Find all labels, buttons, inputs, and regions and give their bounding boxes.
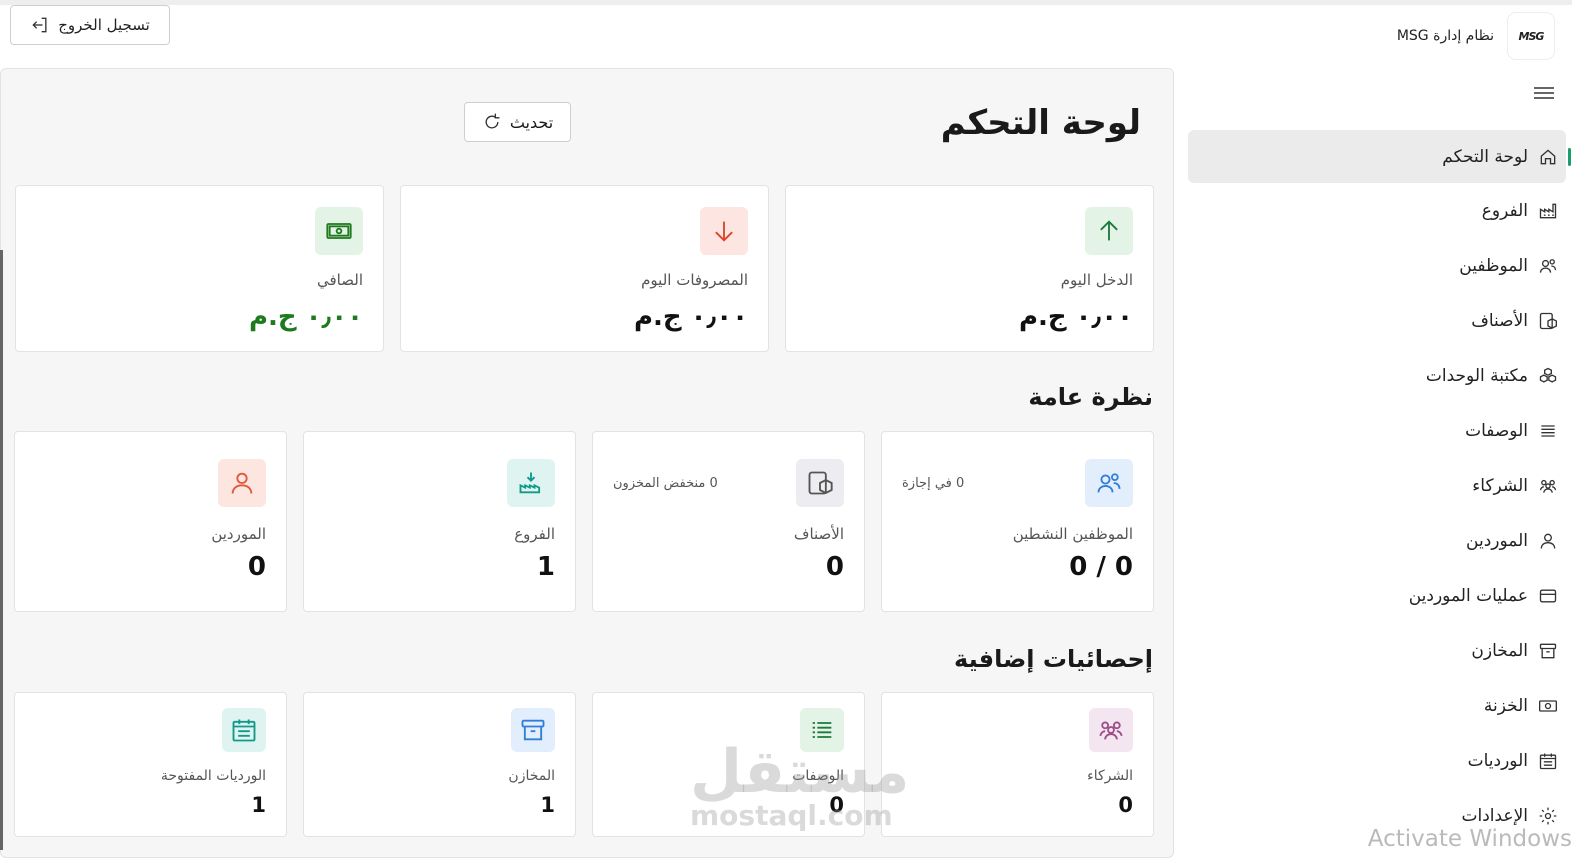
sidebar-item-shifts[interactable]: الورديات (1180, 733, 1572, 788)
suppliers-value: 0 (247, 552, 266, 582)
branches-card: الفروع 1 (303, 431, 576, 612)
sidebar-item-label: الشركاء (1472, 475, 1528, 496)
refresh-button[interactable]: تحديث (464, 102, 571, 142)
sidebar: لوحة التحكم الفروع الموظفين الأصناف مكتب… (1180, 128, 1572, 843)
user-icon (218, 459, 266, 507)
menu-toggle-icon[interactable] (1534, 84, 1554, 102)
sidebar-item-partners[interactable]: الشركاء (1180, 458, 1572, 513)
sidebar-item-items[interactable]: الأصناف (1180, 293, 1572, 348)
sidebar-item-label: الموردين (1466, 530, 1528, 551)
users-icon (1539, 258, 1557, 273)
activate-windows-notice: Activate Windows (1367, 826, 1572, 852)
sidebar-item-label: الموظفين (1459, 255, 1528, 276)
cash-icon (1539, 699, 1557, 712)
arrow-down-icon (700, 207, 748, 255)
sidebar-item-label: الفروع (1481, 200, 1528, 221)
sidebar-item-label: لوحة التحكم (1442, 146, 1528, 167)
brand-name: نظام إدارة MSG (1396, 28, 1494, 44)
sidebar-item-treasury[interactable]: الخزنة (1180, 678, 1572, 733)
items-label: الأصناف (793, 525, 844, 543)
partners-icon (1089, 708, 1133, 752)
partners-icon (1539, 479, 1557, 493)
archive-icon (1539, 643, 1557, 658)
warehouses-card: المخازن 1 (303, 692, 576, 837)
factory-icon (507, 459, 555, 507)
open-shifts-card: الورديات المفتوحة 1 (14, 692, 287, 837)
card-icon (1539, 589, 1557, 602)
home-icon (1540, 148, 1556, 164)
sidebar-item-label: الورديات (1467, 750, 1528, 771)
money-icon (315, 207, 363, 255)
warehouses-value: 1 (540, 793, 555, 817)
partners-card: الشركاء 0 (881, 692, 1154, 837)
top-edge (0, 0, 1572, 5)
warehouses-label: المخازن (508, 768, 555, 784)
sidebar-item-label: عمليات الموردين (1408, 585, 1528, 606)
logout-icon (32, 17, 47, 33)
left-scroll-edge (0, 250, 3, 850)
low-stock-count: 0 منخفض المخزون (613, 476, 718, 491)
active-employees-value: 0 / 0 (1069, 552, 1133, 582)
extra-stats-title: إحصائيات إضافية (954, 645, 1153, 673)
sidebar-item-label: الخزنة (1483, 695, 1528, 716)
expenses-today-card: المصروفات اليوم ٠٫٠٠ ج.م (400, 185, 769, 352)
sidebar-item-dashboard[interactable]: لوحة التحكم (1188, 130, 1571, 183)
main-panel: لوحة التحكم تحديث الدخل اليوم ٠٫٠٠ ج.م ا… (0, 68, 1174, 858)
overview-title: نظرة عامة (1028, 383, 1153, 411)
sidebar-item-label: الإعدادات (1461, 805, 1528, 826)
sidebar-item-branches[interactable]: الفروع (1180, 183, 1572, 238)
refresh-icon (485, 113, 500, 129)
items-card: 0 منخفض المخزون الأصناف 0 (592, 431, 865, 612)
gear-icon (1539, 807, 1557, 824)
partners-label: الشركاء (1087, 768, 1133, 784)
page-title: لوحة التحكم (940, 103, 1141, 143)
expenses-today-value: ٠٫٠٠ ج.م (633, 302, 748, 332)
branches-value: 1 (536, 552, 555, 582)
calendar-icon (1539, 753, 1557, 769)
calendar-icon (222, 708, 266, 752)
refresh-label: تحديث (509, 112, 554, 132)
arrow-up-icon (1085, 207, 1133, 255)
user-icon (1540, 533, 1556, 549)
box-icon (796, 459, 844, 507)
logout-button[interactable]: تسجيل الخروج (10, 5, 170, 45)
sidebar-item-recipes[interactable]: الوصفات (1180, 403, 1572, 458)
sidebar-item-label: المخازن (1471, 640, 1528, 661)
partners-value: 0 (1118, 793, 1133, 817)
users-icon (1085, 459, 1133, 507)
sidebar-item-supplier-operations[interactable]: عمليات الموردين (1180, 568, 1572, 623)
items-value: 0 (825, 552, 844, 582)
sidebar-item-warehouses[interactable]: المخازن (1180, 623, 1572, 678)
logout-label: تسجيل الخروج (58, 16, 150, 34)
net-value: ٠٫٠٠ ج.م (248, 302, 363, 332)
net-card: الصافي ٠٫٠٠ ج.م (15, 185, 384, 352)
sidebar-item-label: الأصناف (1471, 310, 1528, 331)
cubes-icon (1539, 367, 1557, 383)
sidebar-item-label: الوصفات (1465, 420, 1528, 441)
list-icon (1541, 424, 1555, 437)
income-today-card: الدخل اليوم ٠٫٠٠ ج.م (785, 185, 1154, 352)
open-shifts-label: الورديات المفتوحة (160, 768, 266, 784)
sidebar-item-units-library[interactable]: مكتبة الوحدات (1180, 348, 1572, 403)
income-today-value: ٠٫٠٠ ج.م (1018, 302, 1133, 332)
active-employees-card: 0 في إجازة الموظفين النشطين 0 / 0 (881, 431, 1154, 612)
box-icon (1539, 312, 1557, 329)
sidebar-item-label: مكتبة الوحدات (1425, 365, 1528, 386)
active-employees-label: الموظفين النشطين (1012, 525, 1133, 543)
suppliers-card: الموردين 0 (14, 431, 287, 612)
open-shifts-value: 1 (251, 793, 266, 817)
on-leave-count: 0 في إجازة (902, 476, 965, 491)
sidebar-item-employees[interactable]: الموظفين (1180, 238, 1572, 293)
suppliers-label: الموردين (211, 525, 266, 543)
branches-label: الفروع (514, 525, 555, 543)
expenses-today-label: المصروفات اليوم (641, 271, 748, 289)
archive-icon (511, 708, 555, 752)
net-label: الصافي (317, 271, 363, 289)
brand-logo: MSG (1508, 13, 1554, 59)
factory-icon (1539, 203, 1557, 218)
brand: MSG نظام إدارة MSG (1397, 13, 1554, 59)
watermark: مستقل mostaql.com (690, 737, 910, 832)
sidebar-item-suppliers[interactable]: الموردين (1180, 513, 1572, 568)
income-today-label: الدخل اليوم (1060, 271, 1133, 289)
